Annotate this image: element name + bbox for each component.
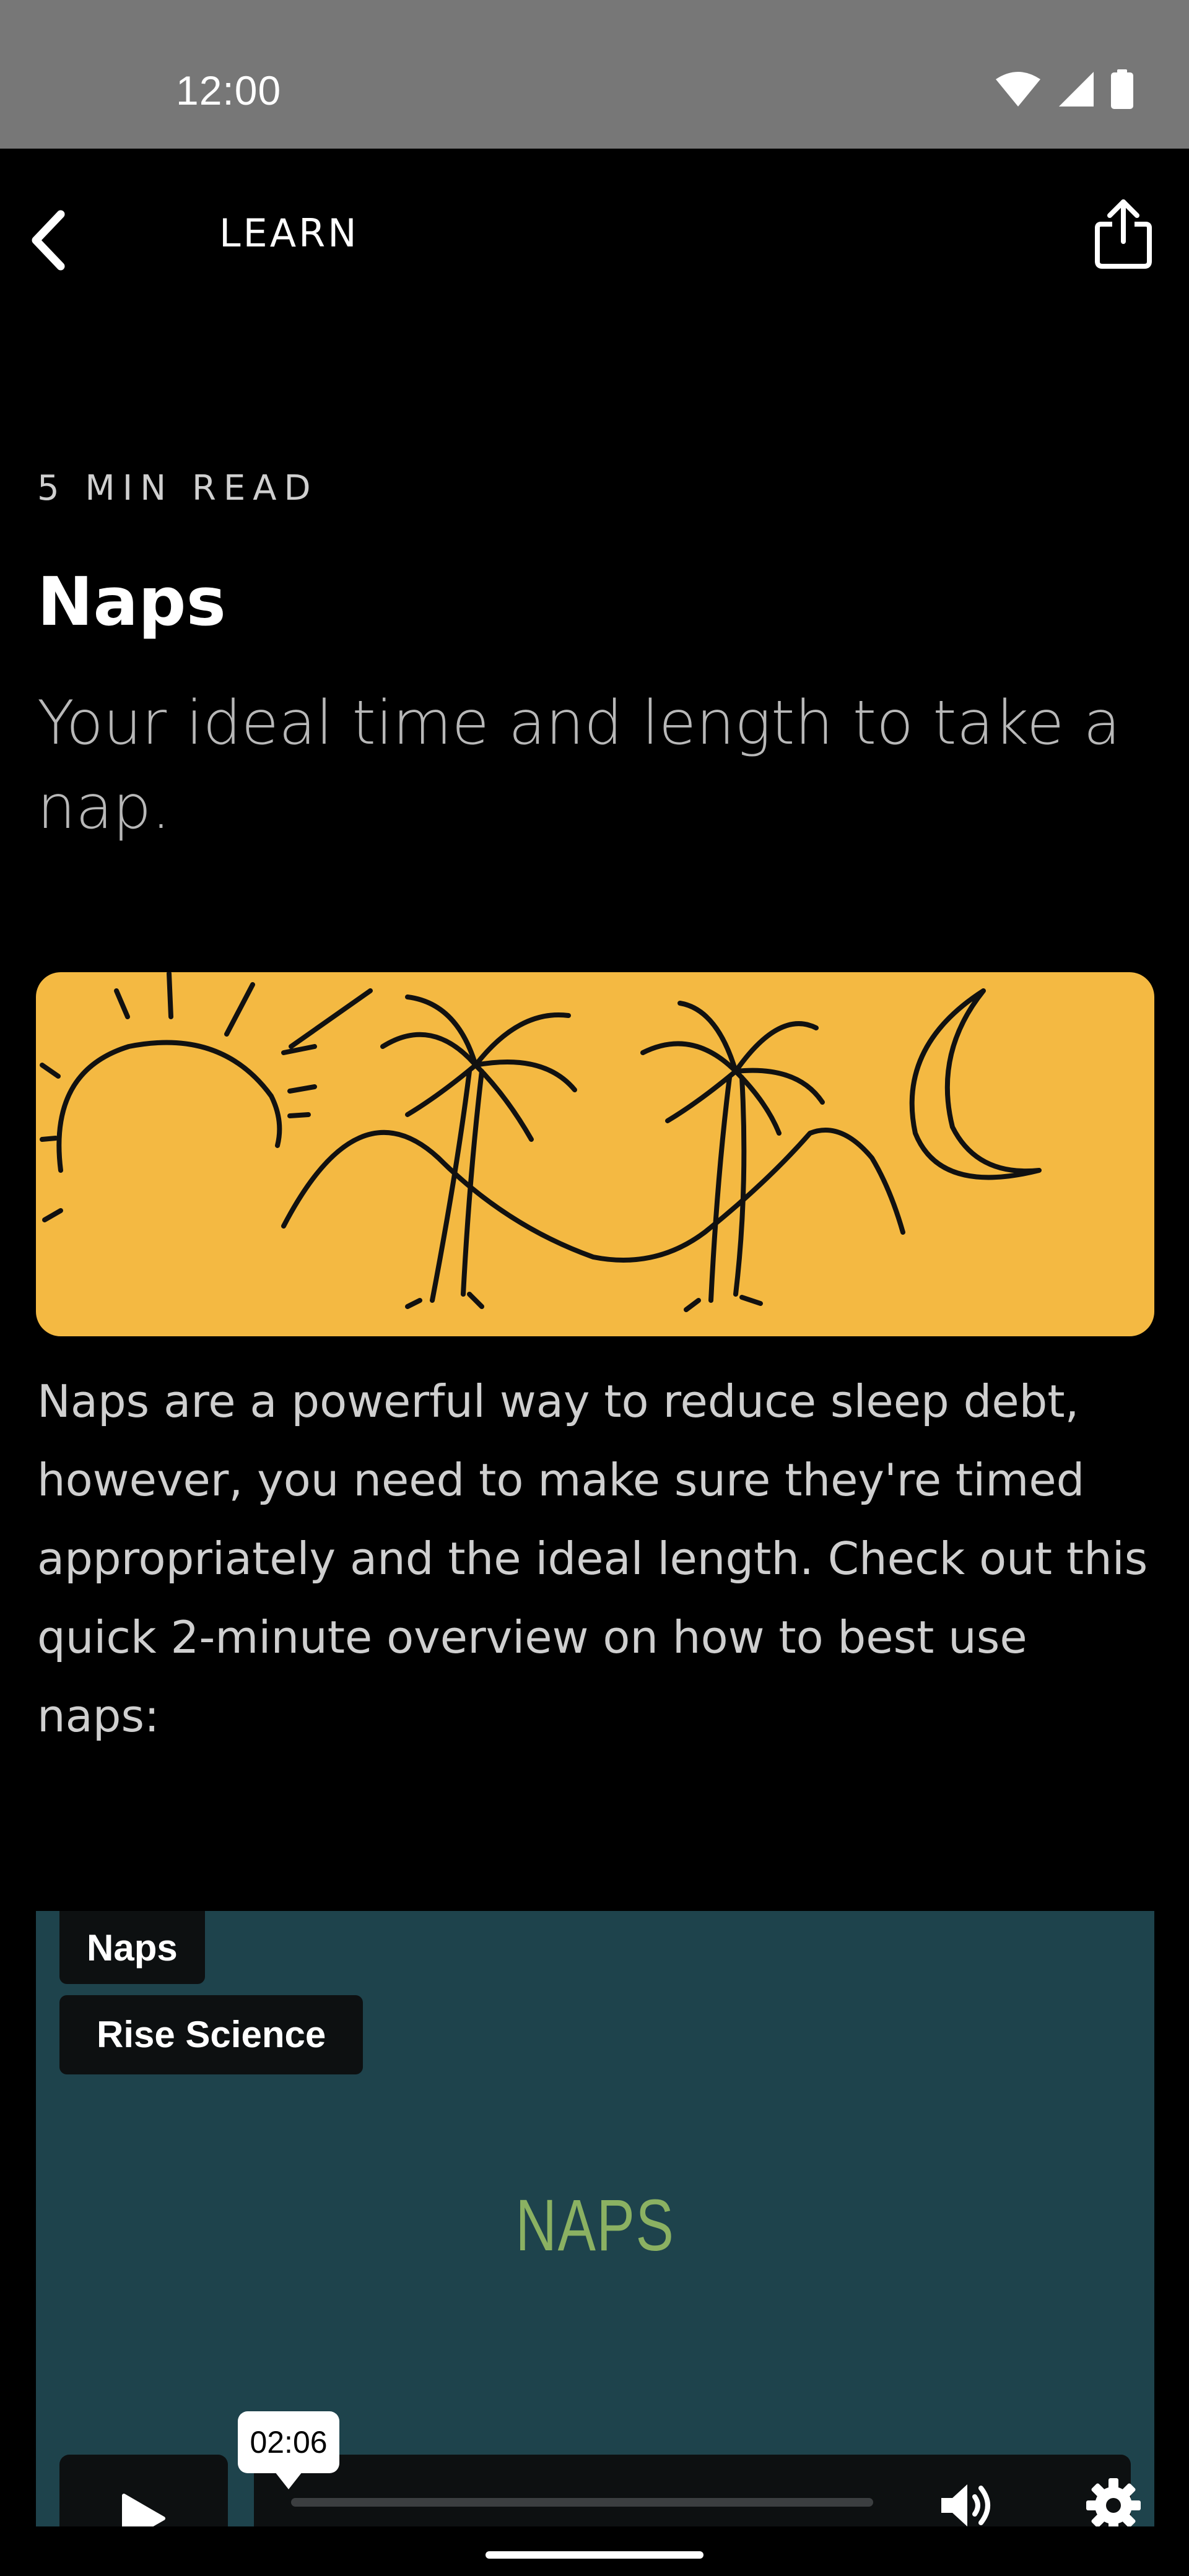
- hero-illustration: [36, 972, 1154, 1336]
- gear-icon: [1086, 2478, 1141, 2530]
- article-title: Naps: [37, 564, 226, 641]
- article-subtitle: Your ideal time and length to take a nap…: [37, 688, 1121, 843]
- back-button[interactable]: [22, 203, 78, 277]
- video-channel-chip[interactable]: Rise Science: [59, 1995, 364, 2074]
- article-body: Naps are a powerful way to reduce sleep …: [37, 1375, 1148, 1742]
- video-controls-bar: [254, 2455, 1141, 2530]
- share-icon: [1095, 199, 1152, 269]
- video-title-chip[interactable]: Naps: [59, 1911, 205, 1984]
- home-gesture-handle[interactable]: [486, 2551, 703, 2559]
- chevron-left-icon: [32, 210, 65, 271]
- share-button[interactable]: [1092, 197, 1154, 271]
- video-player[interactable]: Naps Rise Science NAPS: [36, 1911, 1154, 2530]
- volume-button[interactable]: [935, 2474, 997, 2530]
- play-icon: [122, 2494, 165, 2530]
- navigation-bar: [0, 2526, 1189, 2576]
- volume-icon: [941, 2484, 990, 2526]
- app-bar: LEARN: [0, 149, 1189, 316]
- cellular-signal-icon: [1059, 72, 1094, 107]
- play-button[interactable]: [59, 2455, 228, 2530]
- status-icons: [995, 69, 1133, 109]
- video-progress-bar[interactable]: [291, 2498, 873, 2507]
- battery-icon: [1111, 69, 1133, 109]
- duration-tooltip: 02:06: [238, 2411, 339, 2489]
- read-time-label: 5 MIN READ: [37, 468, 318, 508]
- settings-button[interactable]: [1084, 2476, 1143, 2530]
- status-bar: 12:00: [0, 0, 1189, 149]
- wifi-icon: [996, 72, 1040, 107]
- page-title: LEARN: [219, 211, 359, 256]
- video-heading: NAPS: [515, 2185, 675, 2266]
- status-time: 12:00: [176, 67, 282, 113]
